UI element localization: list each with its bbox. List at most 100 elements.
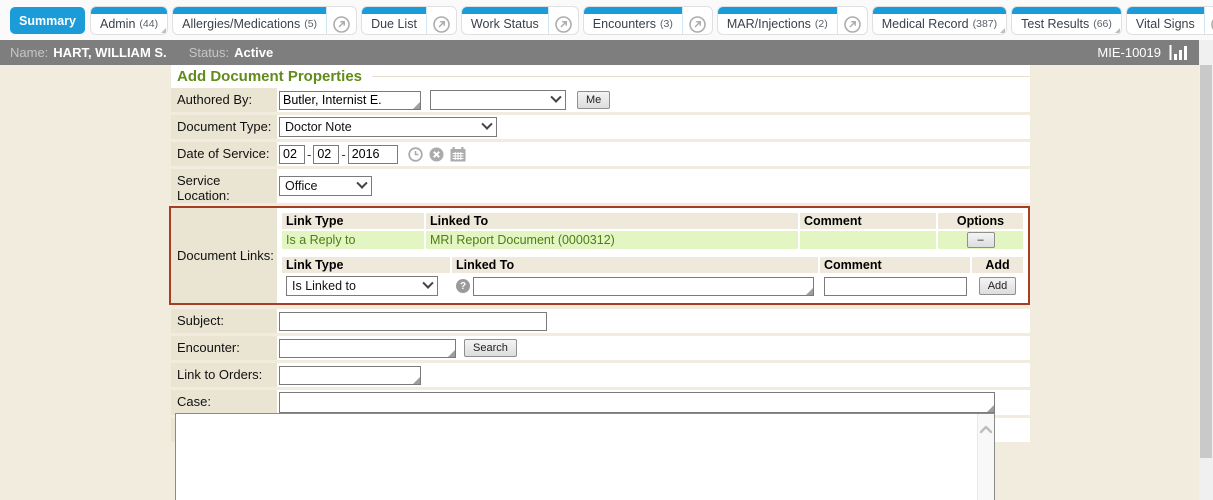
tab-popout-button[interactable] bbox=[837, 7, 867, 34]
encounter-input[interactable] bbox=[279, 339, 456, 358]
tab-summary[interactable]: Summary bbox=[10, 7, 85, 34]
tab-label: Vital Signs bbox=[1127, 14, 1204, 34]
linked-to-value[interactable]: MRI Report Document (0000312) bbox=[426, 231, 798, 249]
link-to-orders-input[interactable] bbox=[279, 366, 421, 385]
tab-popout-button[interactable] bbox=[426, 7, 456, 34]
tab-label: MAR/Injections(2) bbox=[718, 14, 837, 34]
page-scrollbar-thumb[interactable] bbox=[1200, 65, 1212, 458]
add-link-button[interactable]: Add bbox=[979, 277, 1017, 295]
tab-popout-button[interactable] bbox=[326, 7, 356, 34]
date-month-input[interactable] bbox=[279, 145, 305, 164]
tab-menu-fold-icon bbox=[1000, 28, 1005, 33]
authored-by-input[interactable] bbox=[279, 91, 421, 110]
col-link-type: Link Type bbox=[282, 213, 424, 229]
clock-icon[interactable] bbox=[408, 147, 423, 162]
tab-bar: Summary Admin(44) Allergies/Medications(5)… bbox=[0, 0, 1213, 40]
link-type-select[interactable]: Is Linked to bbox=[286, 276, 438, 296]
remove-link-button[interactable]: – bbox=[967, 232, 995, 248]
tab-label: Encounters(3) bbox=[584, 14, 682, 34]
linked-to-input[interactable] bbox=[473, 277, 814, 296]
popout-icon bbox=[333, 16, 350, 33]
popout-icon bbox=[844, 16, 861, 33]
tab-test-results[interactable]: Test Results(66) bbox=[1012, 7, 1121, 34]
link-to-orders-label: Link to Orders: bbox=[171, 363, 277, 387]
status-label: Status: bbox=[189, 45, 229, 60]
encounter-label: Encounter: bbox=[171, 336, 277, 360]
page-scrollbar[interactable] bbox=[1199, 40, 1213, 500]
new-link-table: Link Type Linked To Comment Add Is Linke… bbox=[280, 255, 1025, 299]
tab-count: (44) bbox=[139, 18, 158, 30]
tab-medical-record[interactable]: Medical Record(387) bbox=[873, 7, 1006, 34]
encounter-row: Encounter: Search bbox=[171, 336, 1030, 360]
link-comment-input[interactable] bbox=[824, 277, 967, 296]
existing-links-table: Link Type Linked To Comment Options Is a… bbox=[280, 211, 1025, 251]
chevron-down-icon bbox=[550, 92, 561, 103]
col-linked-to: Linked To bbox=[452, 257, 818, 273]
bar-chart-icon[interactable] bbox=[1169, 45, 1189, 60]
tab-label: Summary bbox=[10, 7, 85, 34]
subject-row: Subject: bbox=[171, 309, 1030, 333]
tab-count: (2) bbox=[815, 18, 828, 30]
tab-label: Test Results(66) bbox=[1012, 14, 1121, 34]
popout-icon bbox=[433, 16, 450, 33]
patient-bar: Name: HART, WILLIAM S. Status: Active MI… bbox=[0, 40, 1199, 65]
tab-popout-button[interactable] bbox=[548, 7, 578, 34]
link-row: Is a Reply to MRI Report Document (00003… bbox=[282, 231, 1023, 249]
title-rule bbox=[372, 76, 1030, 77]
popout-icon bbox=[689, 16, 706, 33]
chevron-down-icon bbox=[481, 119, 492, 130]
service-location-label: Service Location: bbox=[171, 169, 277, 203]
date-day-input[interactable] bbox=[313, 145, 339, 164]
document-type-row: Document Type: Doctor Note bbox=[171, 115, 1030, 139]
case-label: Case: bbox=[171, 390, 277, 415]
me-button[interactable]: Me bbox=[577, 91, 610, 109]
subject-input[interactable] bbox=[279, 312, 547, 331]
clear-date-icon[interactable] bbox=[429, 147, 444, 162]
tab-count: (387) bbox=[973, 18, 998, 30]
tab-menu-fold-icon bbox=[161, 28, 166, 33]
tab-mar-injections[interactable]: MAR/Injections(2) bbox=[718, 7, 867, 34]
tab-popout-button[interactable] bbox=[1204, 7, 1213, 34]
link-to-orders-row: Link to Orders: bbox=[171, 363, 1030, 387]
case-input[interactable] bbox=[279, 392, 995, 413]
tab-vital-signs[interactable]: Vital Signs bbox=[1127, 7, 1213, 34]
tab-label: Admin(44) bbox=[91, 14, 167, 34]
page-title: Add Document Properties bbox=[177, 68, 362, 85]
textarea-scrollbar[interactable] bbox=[977, 414, 994, 500]
tab-due-list[interactable]: Due List bbox=[362, 7, 456, 34]
calendar-icon[interactable] bbox=[450, 147, 466, 162]
name-label: Name: bbox=[10, 45, 48, 60]
link-type-value: Is a Reply to bbox=[282, 231, 424, 249]
col-comment: Comment bbox=[820, 257, 970, 273]
scroll-up-icon[interactable] bbox=[979, 424, 993, 434]
document-links-section: Document Links: Link Type Linked To Comm… bbox=[169, 206, 1030, 305]
tab-popout-button[interactable] bbox=[682, 7, 712, 34]
patient-name: HART, WILLIAM S. bbox=[53, 45, 166, 60]
document-type-select[interactable]: Doctor Note bbox=[279, 117, 497, 137]
tab-menu-fold-icon bbox=[1115, 28, 1120, 33]
document-type-label: Document Type: bbox=[171, 115, 277, 139]
col-add: Add bbox=[972, 257, 1023, 273]
subject-label: Subject: bbox=[171, 309, 277, 333]
col-linked-to: Linked To bbox=[426, 213, 798, 229]
tab-encounters[interactable]: Encounters(3) bbox=[584, 7, 712, 34]
help-icon[interactable]: ? bbox=[456, 279, 470, 293]
encounter-search-button[interactable]: Search bbox=[464, 339, 517, 357]
tab-label: Medical Record(387) bbox=[873, 14, 1006, 34]
authored-by-row: Authored By: Me bbox=[171, 88, 1030, 112]
col-options: Options bbox=[938, 213, 1023, 229]
tab-allergies-medications[interactable]: Allergies/Medications(5) bbox=[173, 7, 356, 34]
tab-count: (66) bbox=[1093, 18, 1112, 30]
document-body-textarea[interactable] bbox=[175, 413, 995, 500]
col-link-type: Link Type bbox=[282, 257, 450, 273]
tab-label: Work Status bbox=[462, 14, 548, 34]
tab-work-status[interactable]: Work Status bbox=[462, 7, 578, 34]
tab-admin[interactable]: Admin(44) bbox=[91, 7, 167, 34]
service-location-select[interactable]: Office bbox=[279, 176, 372, 196]
popout-icon bbox=[555, 16, 572, 33]
service-location-row: Service Location: Office bbox=[171, 169, 1030, 203]
authored-by-select[interactable] bbox=[430, 90, 566, 110]
date-of-service-label: Date of Service: bbox=[171, 142, 277, 166]
date-year-input[interactable] bbox=[348, 145, 398, 164]
tab-label: Allergies/Medications(5) bbox=[173, 14, 326, 34]
